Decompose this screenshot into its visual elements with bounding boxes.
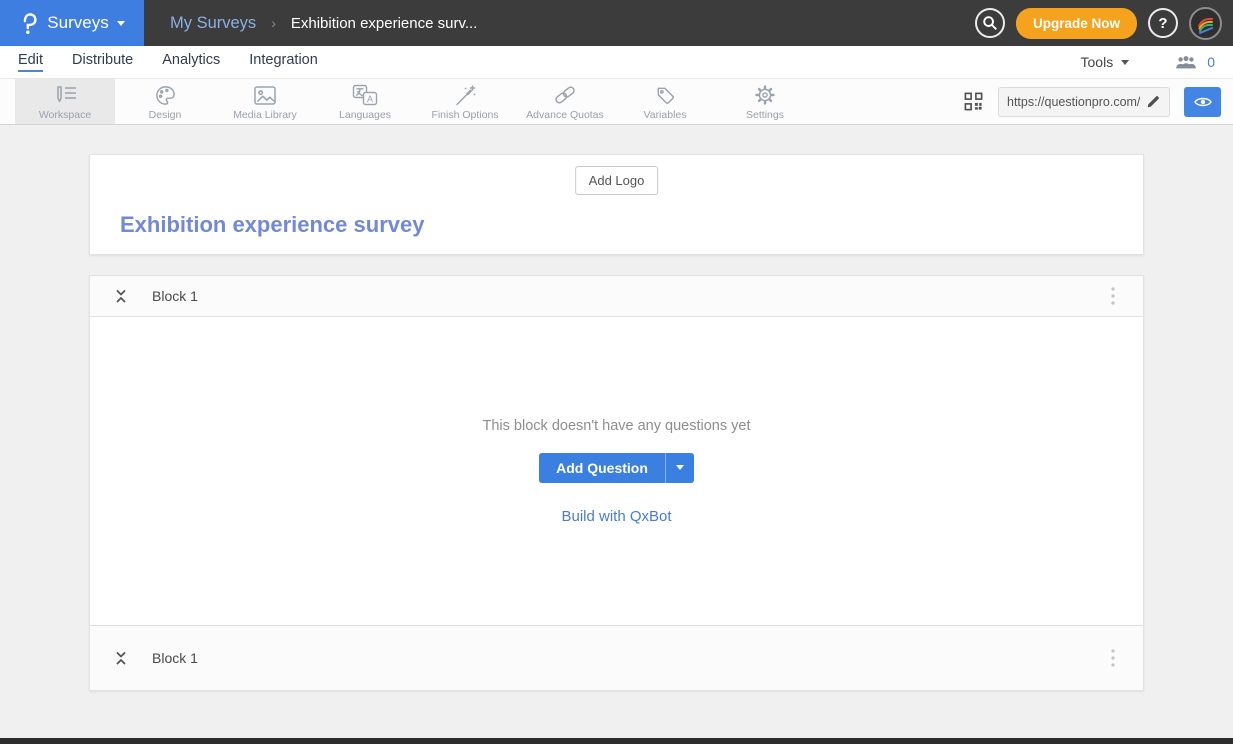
chevron-down-icon [1121, 60, 1129, 65]
survey-workspace: Add Logo Exhibition experience survey Bl… [0, 125, 1233, 691]
tab-integration[interactable]: Integration [249, 52, 318, 72]
nav-right: Tools 0 [1081, 54, 1215, 70]
breadcrumb-current-survey[interactable]: Exhibition experience surv... [291, 15, 477, 32]
toolbar-item-label: Design [149, 109, 182, 121]
add-question-dropdown-button[interactable] [665, 453, 694, 483]
toolbar-item-settings[interactable]: Settings [715, 79, 815, 124]
add-logo-button[interactable]: Add Logo [575, 166, 659, 195]
link-icon [552, 84, 578, 106]
collapse-block-button[interactable] [114, 288, 128, 304]
breadcrumb: My Surveys › Exhibition experience surv.… [170, 14, 477, 33]
survey-nav: Edit Distribute Analytics Integration To… [0, 46, 1233, 78]
toolbar-item-design[interactable]: Design [115, 79, 215, 124]
chevron-down-icon [117, 21, 125, 26]
collaborators-count: 0 [1207, 54, 1215, 70]
tag-icon [654, 84, 677, 106]
collapse-block-button[interactable] [114, 650, 128, 666]
toolbar-item-media-library[interactable]: Media Library [215, 79, 315, 124]
tab-edit[interactable]: Edit [18, 52, 43, 72]
toolbar-item-label: Finish Options [431, 109, 498, 121]
add-question-split-button: Add Question [539, 453, 694, 483]
block-2-header: Block 1 [90, 625, 1143, 690]
product-switcher-label: Surveys [47, 13, 108, 33]
survey-title[interactable]: Exhibition experience survey [120, 212, 424, 238]
tools-menu[interactable]: Tools [1081, 54, 1130, 70]
nav-tabs: Edit Distribute Analytics Integration [18, 52, 318, 72]
toolbar-item-label: Media Library [233, 109, 297, 121]
toolbar-item-workspace[interactable]: Workspace [15, 79, 115, 124]
block-1-body: This block doesn't have any questions ye… [90, 317, 1143, 625]
eye-icon [1194, 96, 1212, 108]
wand-icon [453, 84, 477, 106]
block-1-name[interactable]: Block 1 [152, 288, 198, 304]
upgrade-now-button[interactable]: Upgrade Now [1016, 8, 1137, 39]
toolbar-right: https://questionpro.com/t/AW [963, 79, 1233, 124]
toolbar-item-languages[interactable]: A Languages [315, 79, 415, 124]
palette-icon [154, 84, 177, 106]
block-card: Block 1 This block doesn't have any ques… [89, 275, 1144, 691]
breadcrumb-separator: › [271, 15, 276, 31]
collapse-icon [114, 650, 128, 666]
translate-icon: A [352, 84, 378, 106]
edit-toolbar: Workspace Design Media Library A [0, 78, 1233, 125]
add-question-button[interactable]: Add Question [539, 453, 665, 483]
empty-block-message: This block doesn't have any questions ye… [483, 418, 751, 434]
toolbar-item-advance-quotas[interactable]: Advance Quotas [515, 79, 615, 124]
toolbar-item-label: Advance Quotas [526, 109, 604, 121]
collaborators-button[interactable]: 0 [1175, 54, 1215, 70]
toolbar-item-finish-options[interactable]: Finish Options [415, 79, 515, 124]
image-icon [253, 84, 277, 106]
qr-code-icon [963, 91, 984, 112]
people-icon [1175, 55, 1197, 70]
survey-header-card: Add Logo Exhibition experience survey [89, 154, 1144, 255]
toolbar-item-label: Variables [644, 109, 687, 121]
account-logo-icon [1195, 13, 1216, 34]
topbar-actions: Upgrade Now ? [975, 7, 1233, 40]
avatar[interactable] [1189, 7, 1222, 40]
qr-code-button[interactable] [963, 91, 984, 112]
block-1-header: Block 1 [90, 276, 1143, 317]
tools-menu-label: Tools [1081, 54, 1114, 70]
survey-url-field[interactable]: https://questionpro.com/t/AW [998, 87, 1170, 117]
kebab-menu-icon [1111, 287, 1115, 305]
preview-button[interactable] [1184, 87, 1221, 117]
kebab-menu-icon [1111, 649, 1115, 667]
help-button[interactable]: ? [1148, 8, 1178, 38]
toolbar-item-label: Languages [339, 109, 391, 121]
survey-url-text: https://questionpro.com/t/AW [1007, 95, 1140, 109]
tab-analytics[interactable]: Analytics [162, 52, 220, 72]
block-1-more-options-button[interactable] [1107, 283, 1119, 309]
toolbar-item-variables[interactable]: Variables [615, 79, 715, 124]
toolbar-item-label: Workspace [39, 109, 91, 121]
collapse-icon [114, 288, 128, 304]
tab-distribute[interactable]: Distribute [72, 52, 133, 72]
gear-icon [753, 84, 777, 106]
block-2-more-options-button[interactable] [1107, 645, 1119, 671]
product-switcher[interactable]: Surveys [0, 0, 144, 46]
search-icon [982, 15, 998, 31]
workspace-icon [52, 84, 78, 106]
questionpro-logo-icon [19, 11, 39, 36]
edit-url-button[interactable] [1146, 94, 1161, 109]
top-bar: Surveys My Surveys › Exhibition experien… [0, 0, 1233, 46]
build-with-qxbot-link[interactable]: Build with QxBot [561, 508, 671, 525]
pencil-icon [1146, 94, 1161, 109]
block-2-name[interactable]: Block 1 [152, 650, 198, 666]
chevron-down-icon [676, 465, 684, 470]
window-bottom-edge [0, 738, 1233, 744]
breadcrumb-my-surveys[interactable]: My Surveys [170, 14, 256, 33]
toolbar-item-label: Settings [746, 109, 784, 121]
search-button[interactable] [975, 8, 1005, 38]
svg-text:A: A [367, 94, 373, 104]
